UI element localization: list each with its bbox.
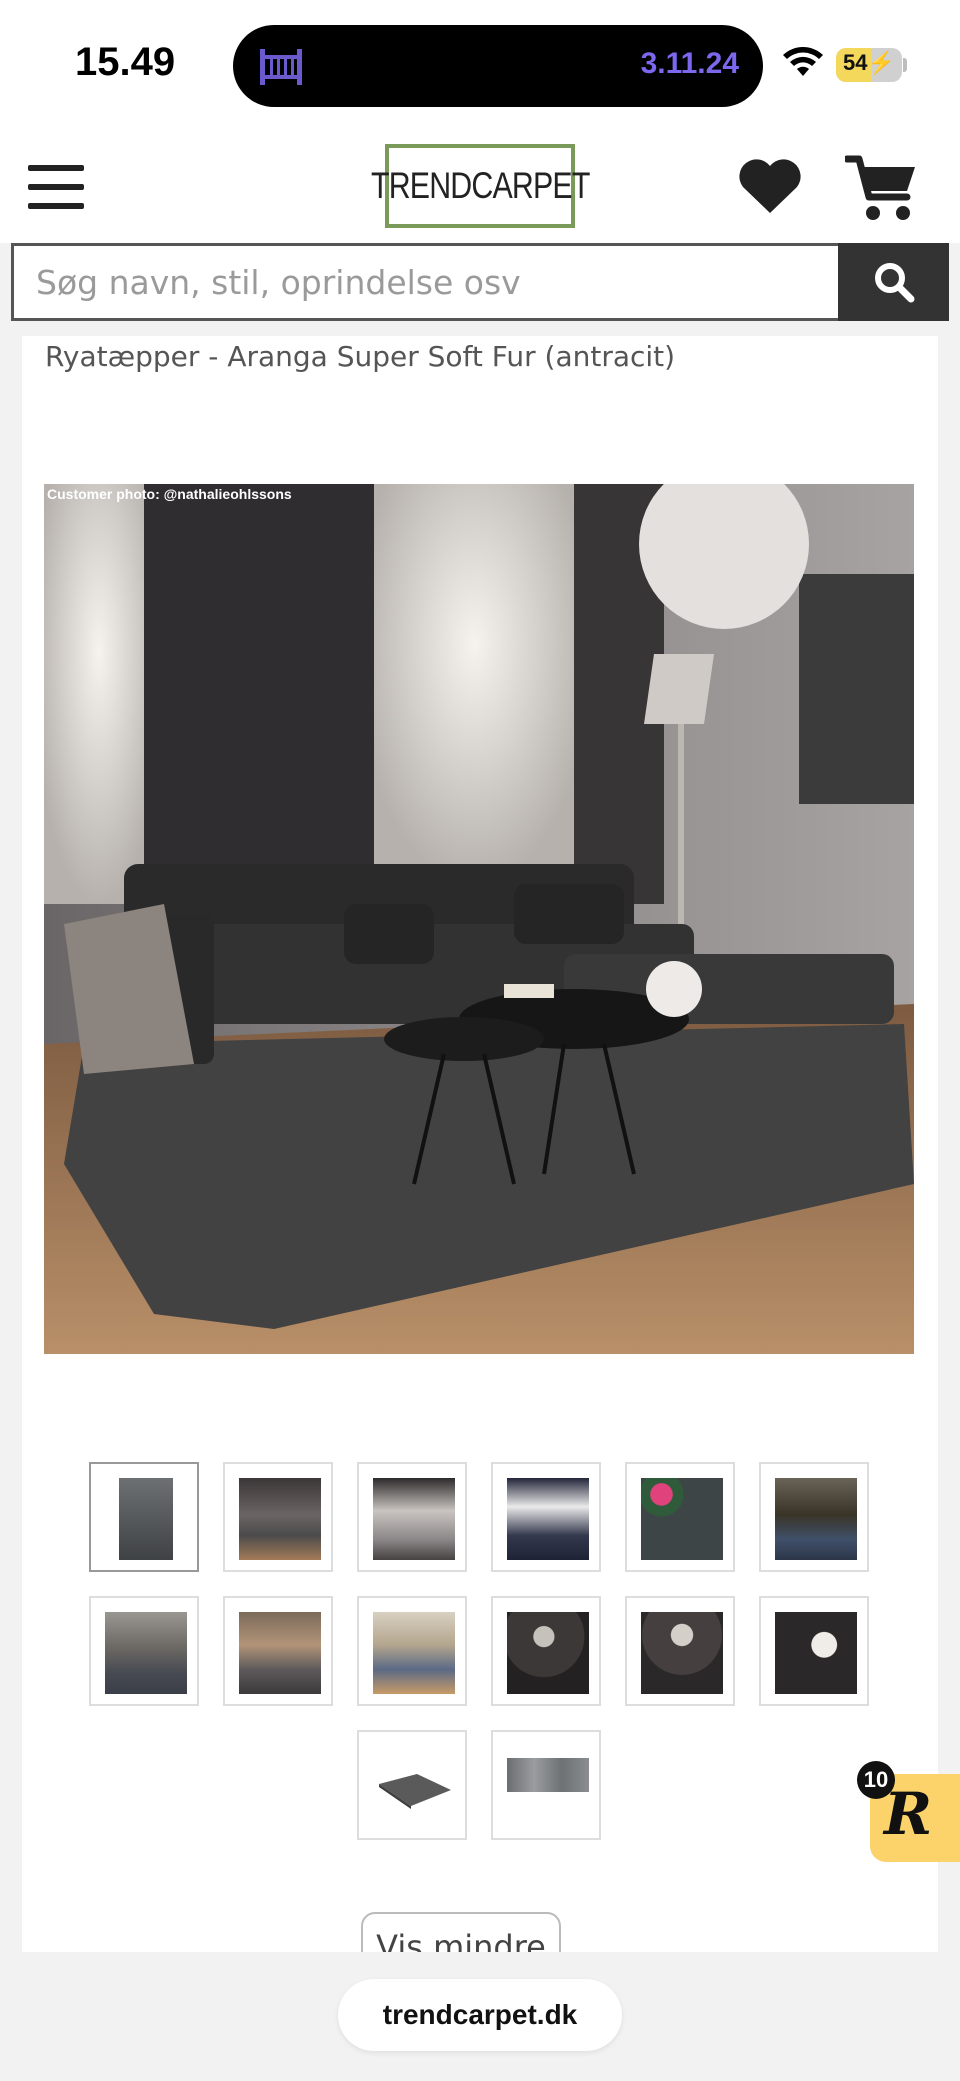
island-date: 3.11.24 <box>640 47 739 80</box>
thumbnail-4[interactable] <box>491 1462 601 1572</box>
search-icon <box>874 263 914 303</box>
thumbnail-5[interactable] <box>625 1462 735 1572</box>
thumbnail-12[interactable] <box>759 1596 869 1706</box>
living-room-photo <box>44 484 914 1354</box>
shopping-cart-icon[interactable] <box>845 153 917 223</box>
status-time: 15.49 <box>75 40 176 84</box>
site-header: TRENDCARPET <box>0 125 960 243</box>
search-button[interactable] <box>838 243 949 321</box>
wifi-icon <box>783 47 823 76</box>
dynamic-island: 3.11.24 <box>233 25 763 107</box>
battery-level: 54⚡ <box>843 50 895 75</box>
thumbnail-2[interactable] <box>223 1462 333 1572</box>
search-bar <box>11 243 949 321</box>
thumbnail-13[interactable] <box>357 1730 467 1840</box>
photo-credit: Customer photo: @nathalieohlssons <box>47 486 292 502</box>
battery-tip <box>903 58 907 72</box>
thumbnail-8[interactable] <box>223 1596 333 1706</box>
thumbnail-6[interactable] <box>759 1462 869 1572</box>
thumbnail-7[interactable] <box>89 1596 199 1706</box>
thumbnail-3[interactable] <box>357 1462 467 1572</box>
rewards-badge-count: 10 <box>857 1761 895 1799</box>
browser-url-bar[interactable]: trendcarpet.dk <box>338 1979 622 2051</box>
product-title: Ryatæpper - Aranga Super Soft Fur (antra… <box>45 340 676 373</box>
heart-icon[interactable] <box>737 157 803 215</box>
crib-icon <box>260 49 302 85</box>
site-logo[interactable]: TRENDCARPET <box>371 144 590 228</box>
thumbnail-11[interactable] <box>625 1596 735 1706</box>
battery-indicator: 54⚡ <box>836 48 902 82</box>
hamburger-menu-icon[interactable] <box>28 165 84 209</box>
product-content: Ryatæpper - Aranga Super Soft Fur (antra… <box>22 336 938 1952</box>
product-main-image[interactable]: Customer photo: @nathalieohlssons <box>44 484 914 1354</box>
thumbnail-14[interactable] <box>491 1730 601 1840</box>
thumbnail-10[interactable] <box>491 1596 601 1706</box>
logo-text: TRENDCARPET <box>370 165 590 206</box>
status-bar: 15.49 3.11.24 54⚡ <box>0 0 960 125</box>
thumbnail-1[interactable] <box>89 1462 199 1572</box>
show-less-button[interactable]: Vis mindre <box>361 1912 561 1952</box>
thumbnail-9[interactable] <box>357 1596 467 1706</box>
rug-product-icon <box>379 1774 451 1809</box>
search-input[interactable] <box>11 243 839 321</box>
